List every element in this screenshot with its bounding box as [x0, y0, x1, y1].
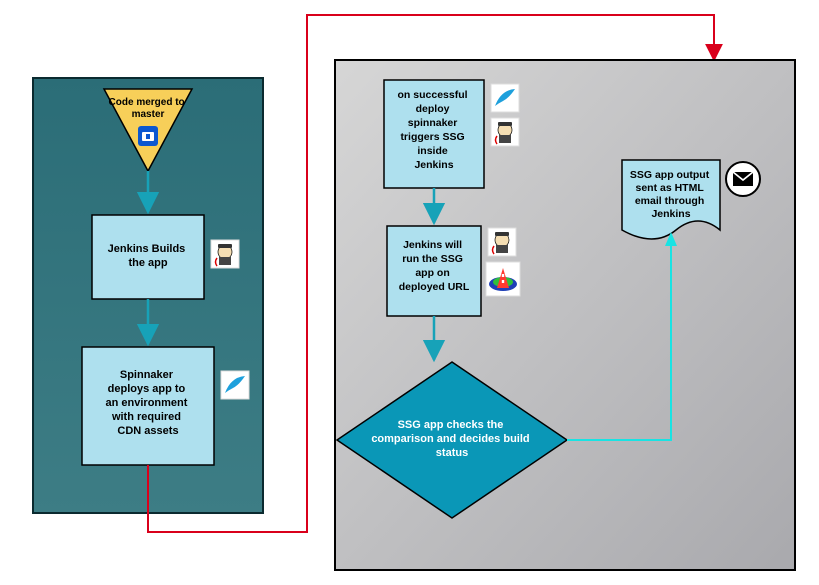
bitbucket-icon: [138, 126, 158, 146]
spinnaker-icon: [491, 84, 519, 112]
lighthouse-icon: [486, 262, 520, 296]
email-icon: [726, 162, 760, 196]
jenkins-icon: [211, 240, 239, 268]
jenkins-icon: [491, 118, 519, 146]
spinnaker-icon: [221, 371, 249, 399]
diagram-canvas: Code merged to master Code merged to mas…: [0, 0, 819, 580]
jenkins-icon: [488, 228, 516, 256]
